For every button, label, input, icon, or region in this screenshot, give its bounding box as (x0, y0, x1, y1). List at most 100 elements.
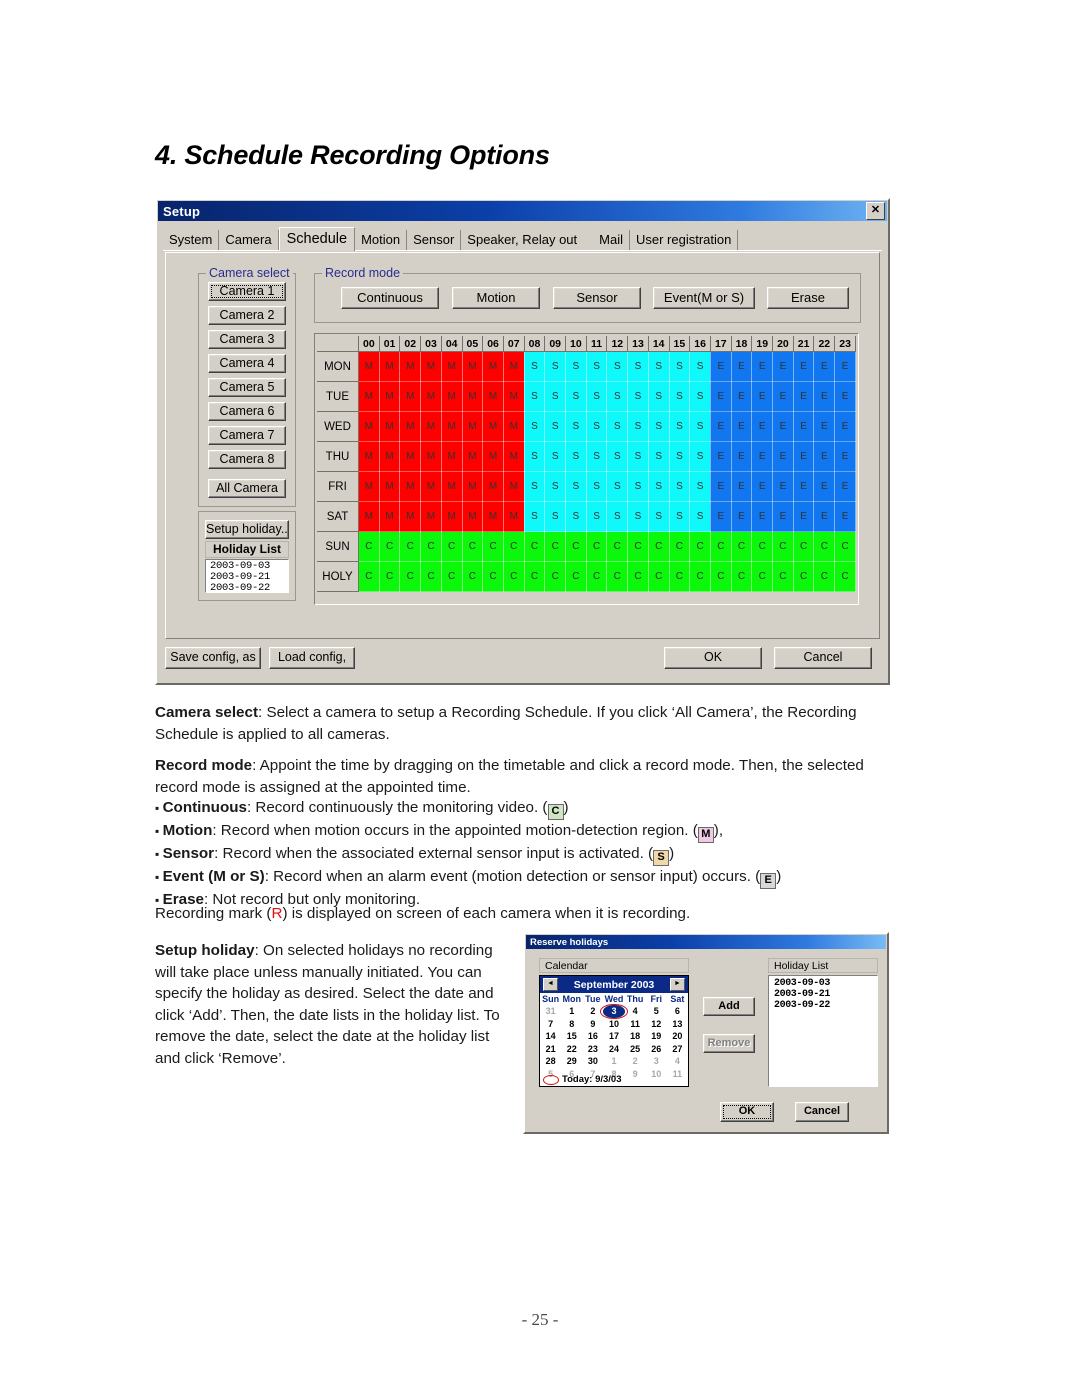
schedule-cell-fri-09[interactable]: S (544, 471, 567, 502)
schedule-cell-holy-07[interactable]: C (503, 561, 525, 592)
schedule-cell-thu-15[interactable]: S (669, 441, 691, 472)
tab-camera[interactable]: Camera (219, 230, 279, 250)
day-label-sat[interactable]: SAT (317, 501, 359, 532)
schedule-cell-wed-14[interactable]: S (648, 411, 670, 442)
schedule-cell-thu-13[interactable]: S (627, 441, 649, 472)
schedule-cell-holy-06[interactable]: C (482, 561, 504, 592)
calendar-day-cell[interactable]: 4 (625, 1005, 646, 1018)
cancel-button[interactable]: Cancel (774, 647, 872, 669)
tab-sensor[interactable]: Sensor (407, 230, 462, 250)
schedule-cell-sat-18[interactable]: E (731, 501, 753, 532)
schedule-cell-tue-19[interactable]: E (751, 381, 774, 412)
schedule-cell-sat-20[interactable]: E (772, 501, 794, 532)
schedule-cell-wed-10[interactable]: S (565, 411, 587, 442)
schedule-cell-thu-07[interactable]: M (503, 441, 525, 472)
dialog-ok-button[interactable]: OK (720, 1102, 774, 1122)
schedule-cell-thu-06[interactable]: M (482, 441, 504, 472)
add-holiday-button[interactable]: Add (703, 997, 755, 1016)
schedule-cell-thu-19[interactable]: E (751, 441, 774, 472)
hour-header-19[interactable]: 19 (751, 336, 774, 352)
calendar-day-cell[interactable]: 31 (540, 1005, 561, 1018)
dialog-holiday-list-box[interactable]: 2003-09-03 2003-09-21 2003-09-22 (768, 975, 878, 1087)
schedule-cell-wed-21[interactable]: E (793, 411, 815, 442)
schedule-cell-mon-04[interactable]: M (441, 351, 463, 382)
schedule-cell-sat-11[interactable]: S (586, 501, 608, 532)
record-mode-button-motion[interactable]: Motion (452, 287, 540, 309)
schedule-cell-tue-09[interactable]: S (544, 381, 567, 412)
hour-header-17[interactable]: 17 (710, 336, 732, 352)
schedule-cell-tue-17[interactable]: E (710, 381, 732, 412)
calendar-day-cell[interactable]: 4 (667, 1055, 688, 1068)
schedule-cell-mon-03[interactable]: M (420, 351, 442, 382)
calendar-day-cell[interactable]: 3 (600, 1004, 628, 1018)
hour-header-10[interactable]: 10 (565, 336, 587, 352)
schedule-cell-fri-03[interactable]: M (420, 471, 442, 502)
schedule-cell-wed-19[interactable]: E (751, 411, 774, 442)
schedule-cell-holy-05[interactable]: C (462, 561, 484, 592)
schedule-cell-sat-17[interactable]: E (710, 501, 732, 532)
schedule-cell-wed-17[interactable]: E (710, 411, 732, 442)
calendar-day-cell[interactable]: 7 (540, 1018, 561, 1031)
record-mode-button-continuous[interactable]: Continuous (341, 287, 439, 309)
schedule-cell-fri-07[interactable]: M (503, 471, 525, 502)
calendar-day-cell[interactable]: 25 (625, 1043, 646, 1056)
schedule-cell-wed-13[interactable]: S (627, 411, 649, 442)
calendar-day-cell[interactable]: 30 (582, 1055, 603, 1068)
schedule-cell-sat-22[interactable]: E (813, 501, 836, 532)
calendar-day-cell[interactable]: 9 (582, 1018, 603, 1031)
schedule-cell-sat-00[interactable]: M (358, 501, 380, 532)
dialog-holiday-list-item[interactable]: 2003-09-21 (774, 989, 877, 1000)
schedule-cell-holy-02[interactable]: C (399, 561, 422, 592)
schedule-cell-sat-07[interactable]: M (503, 501, 525, 532)
schedule-cell-wed-07[interactable]: M (503, 411, 525, 442)
schedule-cell-sun-03[interactable]: C (420, 531, 442, 562)
schedule-cell-sat-06[interactable]: M (482, 501, 504, 532)
schedule-cell-thu-21[interactable]: E (793, 441, 815, 472)
schedule-cell-tue-03[interactable]: M (420, 381, 442, 412)
schedule-cell-fri-10[interactable]: S (565, 471, 587, 502)
schedule-cell-mon-09[interactable]: S (544, 351, 567, 382)
schedule-cell-wed-12[interactable]: S (606, 411, 629, 442)
schedule-cell-thu-05[interactable]: M (462, 441, 484, 472)
schedule-cell-holy-18[interactable]: C (731, 561, 753, 592)
schedule-cell-thu-23[interactable]: E (834, 441, 856, 472)
setup-holiday-button[interactable]: Setup holiday... (205, 520, 289, 539)
hour-header-09[interactable]: 09 (544, 336, 567, 352)
schedule-cell-mon-16[interactable]: S (689, 351, 711, 382)
hour-header-02[interactable]: 02 (399, 336, 422, 352)
schedule-cell-fri-17[interactable]: E (710, 471, 732, 502)
schedule-cell-sun-20[interactable]: C (772, 531, 794, 562)
calendar-day-cell[interactable]: 21 (540, 1043, 561, 1056)
camera-button-6[interactable]: Camera 6 (208, 402, 286, 421)
schedule-cell-mon-05[interactable]: M (462, 351, 484, 382)
camera-button-2[interactable]: Camera 2 (208, 306, 286, 325)
schedule-cell-thu-03[interactable]: M (420, 441, 442, 472)
schedule-cell-tue-00[interactable]: M (358, 381, 380, 412)
hour-header-20[interactable]: 20 (772, 336, 794, 352)
schedule-cell-mon-01[interactable]: M (379, 351, 401, 382)
schedule-cell-fri-15[interactable]: S (669, 471, 691, 502)
camera-button-8[interactable]: Camera 8 (208, 450, 286, 469)
schedule-cell-wed-02[interactable]: M (399, 411, 422, 442)
schedule-cell-sun-05[interactable]: C (462, 531, 484, 562)
schedule-cell-holy-19[interactable]: C (751, 561, 774, 592)
schedule-cell-thu-17[interactable]: E (710, 441, 732, 472)
schedule-cell-thu-14[interactable]: S (648, 441, 670, 472)
schedule-cell-sat-08[interactable]: S (524, 501, 546, 532)
calendar-day-cell[interactable]: 23 (582, 1043, 603, 1056)
calendar-day-cell[interactable]: 10 (603, 1018, 624, 1031)
schedule-cell-tue-22[interactable]: E (813, 381, 836, 412)
schedule-cell-holy-22[interactable]: C (813, 561, 836, 592)
schedule-cell-thu-08[interactable]: S (524, 441, 546, 472)
tab-motion[interactable]: Motion (355, 230, 408, 250)
schedule-cell-tue-11[interactable]: S (586, 381, 608, 412)
calendar-day-cell[interactable]: 22 (561, 1043, 582, 1056)
schedule-cell-sun-06[interactable]: C (482, 531, 504, 562)
schedule-cell-wed-11[interactable]: S (586, 411, 608, 442)
schedule-cell-mon-00[interactable]: M (358, 351, 380, 382)
schedule-cell-tue-15[interactable]: S (669, 381, 691, 412)
schedule-cell-fri-21[interactable]: E (793, 471, 815, 502)
schedule-cell-holy-09[interactable]: C (544, 561, 567, 592)
schedule-cell-sun-00[interactable]: C (358, 531, 380, 562)
schedule-cell-fri-14[interactable]: S (648, 471, 670, 502)
